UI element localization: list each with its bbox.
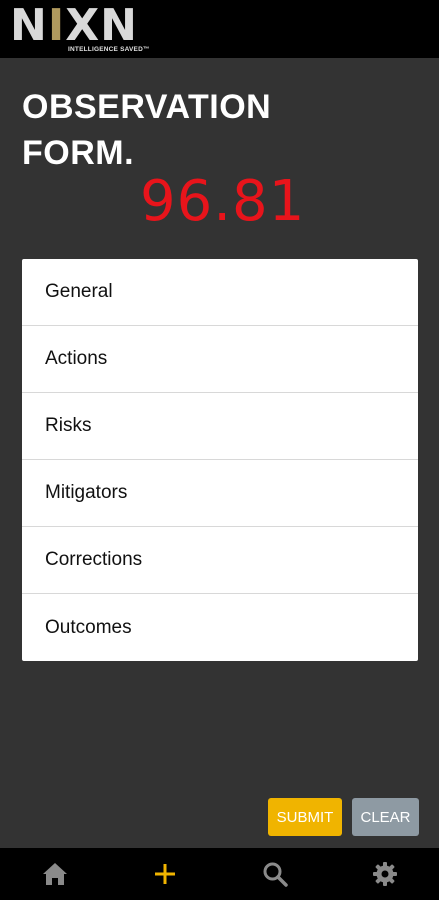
home-icon xyxy=(43,863,67,885)
add-button[interactable] xyxy=(150,860,180,888)
home-button[interactable] xyxy=(40,860,70,888)
clear-button[interactable]: CLEAR xyxy=(352,798,419,836)
logo-tagline: INTELLIGENCE SAVED™ xyxy=(68,46,150,53)
submit-button[interactable]: SUBMIT xyxy=(268,798,342,836)
nixn-logo: NIXN INTELLIGENCE SAVED™ xyxy=(10,0,149,56)
gear-icon xyxy=(373,862,397,886)
form-section-list: General Actions Risks Mitigators Correct… xyxy=(22,259,418,661)
section-item-general[interactable]: General xyxy=(22,259,418,326)
section-item-mitigators[interactable]: Mitigators xyxy=(22,460,418,527)
plus-icon xyxy=(155,864,175,884)
section-item-corrections[interactable]: Corrections xyxy=(22,527,418,594)
search-button[interactable] xyxy=(260,860,290,888)
settings-button[interactable] xyxy=(370,860,400,888)
section-item-risks[interactable]: Risks xyxy=(22,393,418,460)
top-bar: NIXN INTELLIGENCE SAVED™ xyxy=(0,0,439,58)
bottom-nav-bar xyxy=(0,848,439,900)
page-title-line1: OBSERVATION xyxy=(22,88,272,126)
page-title: OBSERVATION FORM. xyxy=(22,84,322,176)
search-icon xyxy=(263,862,288,887)
score-value: 96.81 xyxy=(140,169,306,234)
logo-wordmark: NIXN xyxy=(10,0,138,51)
section-item-actions[interactable]: Actions xyxy=(22,326,418,393)
section-item-outcomes[interactable]: Outcomes xyxy=(22,594,418,661)
